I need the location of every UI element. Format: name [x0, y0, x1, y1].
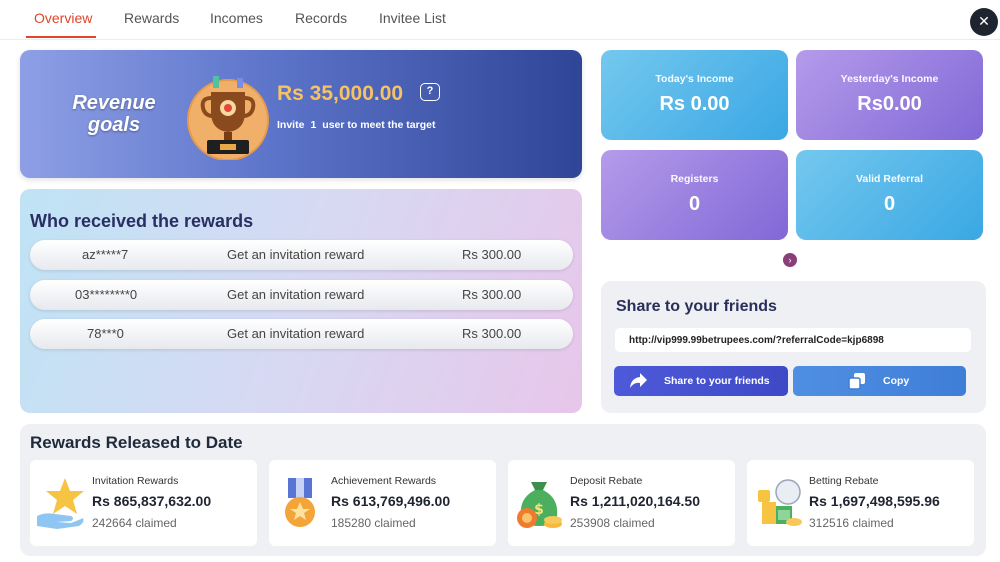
tab-incomes[interactable]: Incomes	[210, 10, 263, 26]
chevron-right-icon: ›	[788, 255, 792, 265]
stat-value: 0	[883, 193, 896, 215]
reward-card-name: Invitation Rewards	[92, 475, 179, 487]
help-icon[interactable]: ?	[420, 83, 440, 101]
copy-button-label: Copy	[883, 375, 910, 387]
reward-row: az*****7 Get an invitation reward Rs 300…	[30, 240, 573, 270]
stat-label: Valid Referral	[855, 173, 924, 185]
star-hand-icon	[37, 478, 84, 529]
invite-target-text: Invite 1 user to meet the target	[277, 119, 435, 131]
revenue-goal-amount: Rs 35,000.00	[277, 82, 404, 105]
stat-label: Today's Income	[655, 73, 734, 85]
reward-user: 78***0	[87, 326, 124, 341]
tab-records[interactable]: Records	[295, 10, 347, 26]
tab-rewards[interactable]: Rewards	[124, 10, 179, 26]
medal-icon	[285, 478, 315, 527]
invite-prefix: Invite	[277, 119, 305, 131]
reward-row: 78***0 Get an invitation reward Rs 300.0…	[30, 319, 573, 349]
stat-card-yesterdays-income: Yesterday's Income Rs0.00	[796, 50, 983, 140]
rewards-released-panel: Rewards Released to Date Invitation Rewa…	[20, 424, 986, 556]
close-icon: ✕	[978, 14, 990, 30]
reward-amount: Rs 300.00	[462, 287, 522, 302]
stat-label: Registers	[670, 173, 719, 185]
reward-stat-card: Betting Rebate Rs 1,697,498,595.96 31251…	[747, 460, 974, 546]
reward-description: Get an invitation reward	[227, 326, 365, 341]
stat-card-registers: Registers 0	[601, 150, 788, 240]
tab-bar: Overview Rewards Incomes Records Invitee…	[0, 0, 1000, 40]
revenue-goals-banner: Revenue goals Rs 35,000.00 ? Invite 1 user…	[20, 50, 582, 178]
reward-stat-card: $ Deposit Rebate Rs 1,211,020,164.50 253…	[508, 460, 735, 546]
share-button-label: Share to your friends	[664, 375, 770, 387]
reward-stat-card: Invitation Rewards Rs 865,837,632.00 242…	[30, 460, 257, 546]
stat-value: 0	[688, 193, 701, 215]
stat-card-todays-income: Today's Income Rs 0.00	[601, 50, 788, 140]
invite-count: 1	[310, 119, 317, 131]
reward-card-claimed: 242664 claimed	[92, 516, 177, 530]
reward-card-name: Achievement Rewards	[331, 475, 437, 487]
copy-button[interactable]: Copy	[793, 366, 966, 396]
share-button[interactable]: Share to your friends	[614, 366, 788, 396]
trophy-icon	[187, 76, 269, 160]
reward-description: Get an invitation reward	[227, 247, 365, 262]
stat-label: Yesterday's Income	[840, 73, 939, 85]
stat-card-valid-referral: Valid Referral 0	[796, 150, 983, 240]
reward-card-claimed: 185280 claimed	[331, 516, 416, 530]
reward-card-name: Betting Rebate	[809, 475, 879, 487]
reward-user: 03********0	[75, 287, 138, 302]
casino-chips-icon	[758, 479, 802, 526]
reward-amount: Rs 300.00	[462, 247, 522, 262]
reward-card-amount: Rs 613,769,496.00	[331, 493, 451, 509]
share-panel: Share to your friends http://vip999.99be…	[601, 281, 986, 413]
reward-amount: Rs 300.00	[462, 326, 522, 341]
who-received-panel: Who received the rewards az*****7 Get an…	[20, 189, 582, 413]
reward-stat-card: Achievement Rewards Rs 613,769,496.00 18…	[269, 460, 496, 546]
stat-value: Rs 0.00	[659, 93, 730, 115]
rewards-released-title: Rewards Released to Date	[30, 433, 243, 452]
reward-user: az*****7	[82, 247, 129, 262]
tab-overview[interactable]: Overview	[34, 10, 92, 26]
close-button[interactable]: ✕	[970, 8, 998, 36]
tab-invitee-list[interactable]: Invitee List	[379, 10, 446, 26]
invite-suffix: user to meet the target	[322, 119, 436, 131]
stat-value: Rs0.00	[857, 93, 922, 115]
reward-card-name: Deposit Rebate	[570, 475, 643, 487]
reward-description: Get an invitation reward	[227, 287, 365, 302]
share-arrow-icon	[630, 373, 647, 388]
share-title: Share to your friends	[616, 298, 777, 315]
copy-icon	[848, 373, 865, 390]
reward-row: 03********0 Get an invitation reward Rs …	[30, 280, 573, 310]
reward-card-claimed: 253908 claimed	[570, 516, 655, 530]
reward-card-amount: Rs 1,211,020,164.50	[570, 493, 701, 509]
reward-card-amount: Rs 865,837,632.00	[92, 493, 212, 509]
referral-link-field[interactable]: http://vip999.99betrupees.com/?referralC…	[615, 328, 971, 352]
money-bag-icon: $	[517, 482, 562, 528]
reward-card-claimed: 312516 claimed	[809, 516, 894, 530]
next-page-button[interactable]: ›	[783, 253, 797, 267]
revenue-goals-title: Revenue goals	[72, 92, 156, 136]
who-received-title: Who received the rewards	[30, 211, 254, 231]
active-tab-indicator	[26, 36, 96, 38]
reward-card-amount: Rs 1,697,498,595.96	[809, 493, 940, 509]
